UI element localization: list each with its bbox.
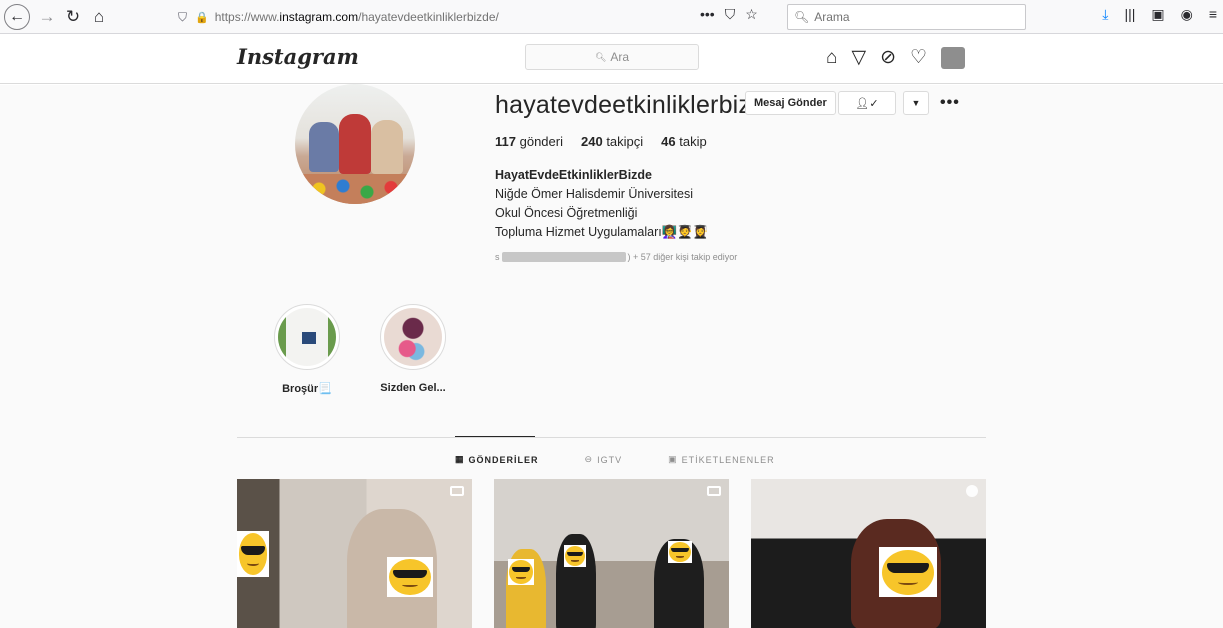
instagram-logo[interactable]: Instagram [237, 44, 359, 69]
home-icon[interactable]: ⌂ [86, 4, 112, 30]
sunglasses-emoji-sticker [387, 557, 433, 597]
profile-username: hayatevdeetkinliklerbizde [495, 91, 780, 119]
following-button[interactable]: 👤︎✓ [838, 91, 896, 115]
sunglasses-emoji-sticker [508, 559, 534, 585]
profile-bio: HayatEvdeEtkinliklerBizde Niğde Ömer Hal… [495, 166, 708, 242]
highlight-cover [384, 308, 442, 366]
suggestions-dropdown-button[interactable]: ▼ [903, 91, 929, 115]
highlight-ring [274, 304, 340, 370]
highlight-ring [380, 304, 446, 370]
highlight-label: Sizden Gel... [380, 382, 446, 394]
url-text[interactable]: https://www.instagram.com/hayatevdeetkin… [215, 10, 499, 24]
photo-child [309, 122, 339, 172]
video-camera-icon [450, 486, 464, 496]
post-thumbnail[interactable] [751, 479, 986, 628]
bookmark-star-icon[interactable]: ☆ [745, 6, 758, 23]
bio-display-name: HayatEvdeEtkinliklerBizde [495, 168, 653, 182]
grid-icon: ▦ [455, 454, 465, 464]
tracking-shield-icon[interactable]: ⛉ [178, 10, 187, 25]
back-arrow-icon[interactable]: ← [4, 4, 30, 30]
browser-toolbar: ← → ↻ ⌂ ⛉ 🔒 https://www.instagram.com/ha… [0, 0, 1223, 34]
forward-arrow-icon[interactable]: → [34, 4, 60, 30]
activity-heart-icon[interactable]: ♡ [910, 46, 927, 69]
bio-line: Okul Öncesi Öğretmenliği [495, 206, 638, 220]
direct-message-icon[interactable]: ▽ [851, 46, 866, 69]
photo-ball-pit [295, 174, 415, 204]
explore-compass-icon[interactable]: ⊘ [880, 46, 896, 69]
post-thumbnail[interactable] [494, 479, 729, 628]
sunglasses-emoji-sticker [564, 545, 586, 567]
lock-icon[interactable]: 🔒 [195, 11, 209, 24]
page-actions-icon[interactable]: ••• [700, 6, 715, 23]
tab-divider [237, 437, 986, 438]
active-tab-indicator [455, 436, 535, 437]
photo-child [339, 114, 371, 174]
more-options-button[interactable]: ••• [940, 91, 960, 115]
pocket-icon[interactable]: ⛉ [725, 6, 736, 23]
profile-stats: 117 gönderi 240 takipçi 46 takip [495, 134, 707, 149]
address-bar[interactable]: ⛉ 🔒 https://www.instagram.com/hayatevdee… [172, 4, 784, 30]
home-icon[interactable]: ⌂ [826, 47, 837, 69]
account-icon[interactable]: ◉ [1181, 6, 1193, 23]
library-icon[interactable]: ||| [1124, 6, 1135, 23]
photo-child [371, 120, 403, 174]
sunglasses-emoji-sticker [879, 547, 937, 597]
carousel-icon [966, 485, 978, 497]
profile-tabs: ▦ GÖNDERİLER ⊖ IGTV ▣ ETİKETLENENLER [455, 454, 775, 465]
browser-search-input[interactable]: 🔍︎ Arama [787, 4, 1026, 30]
bio-line: Topluma Hizmet Uygulamaları👩‍🏫🧑‍🎓👩‍🎓 [495, 225, 709, 239]
highlight-label: Broşür📃 [282, 383, 332, 395]
reload-icon[interactable]: ↻ [60, 4, 86, 30]
tab-posts[interactable]: ▦ GÖNDERİLER [455, 454, 539, 465]
igtv-icon: ⊖ [584, 454, 594, 464]
sunglasses-emoji-sticker [668, 541, 692, 563]
ig-search-input[interactable]: 🔍︎ Ara [525, 44, 699, 70]
tab-tagged[interactable]: ▣ ETİKETLENENLER [668, 454, 775, 465]
tab-igtv[interactable]: ⊖ IGTV [585, 454, 623, 465]
ig-search-placeholder: Ara [610, 50, 630, 64]
followed-by-text[interactable]: s ) + 57 diğer kişi takip ediyor [495, 252, 737, 262]
redacted-names [501, 252, 626, 262]
instagram-header: Instagram 🔍︎ Ara ⌂ ▽ ⊘ ♡ [0, 34, 1223, 84]
search-icon: 🔍︎ [594, 51, 607, 62]
search-icon: 🔍︎ [794, 10, 810, 24]
profile-avatar-icon[interactable] [941, 46, 966, 69]
tagged-icon: ▣ [668, 454, 678, 464]
person-check-icon: 👤︎✓ [855, 97, 879, 110]
sunglasses-emoji-sticker [237, 531, 269, 577]
posts-stat: 117 gönderi [495, 134, 563, 149]
highlight-cover [278, 308, 336, 366]
story-highlight[interactable]: Broşür📃 [272, 304, 342, 395]
browser-search-placeholder: Arama [814, 10, 850, 24]
menu-icon[interactable]: ≡ [1209, 6, 1217, 23]
download-icon[interactable]: ⤓ [1102, 6, 1108, 23]
video-camera-icon [707, 486, 721, 496]
story-highlight[interactable]: Sizden Gel... [378, 304, 448, 394]
sidebar-icon[interactable]: ▣ [1151, 6, 1164, 23]
profile-picture[interactable] [295, 84, 415, 204]
bio-line: Niğde Ömer Halisdemir Üniversitesi [495, 187, 693, 201]
following-stat[interactable]: 46 takip [661, 134, 707, 149]
message-button[interactable]: Mesaj Gönder [745, 91, 836, 115]
chevron-down-icon: ▼ [911, 98, 921, 108]
followers-stat[interactable]: 240 takipçi [581, 134, 643, 149]
post-thumbnail[interactable] [237, 479, 472, 628]
